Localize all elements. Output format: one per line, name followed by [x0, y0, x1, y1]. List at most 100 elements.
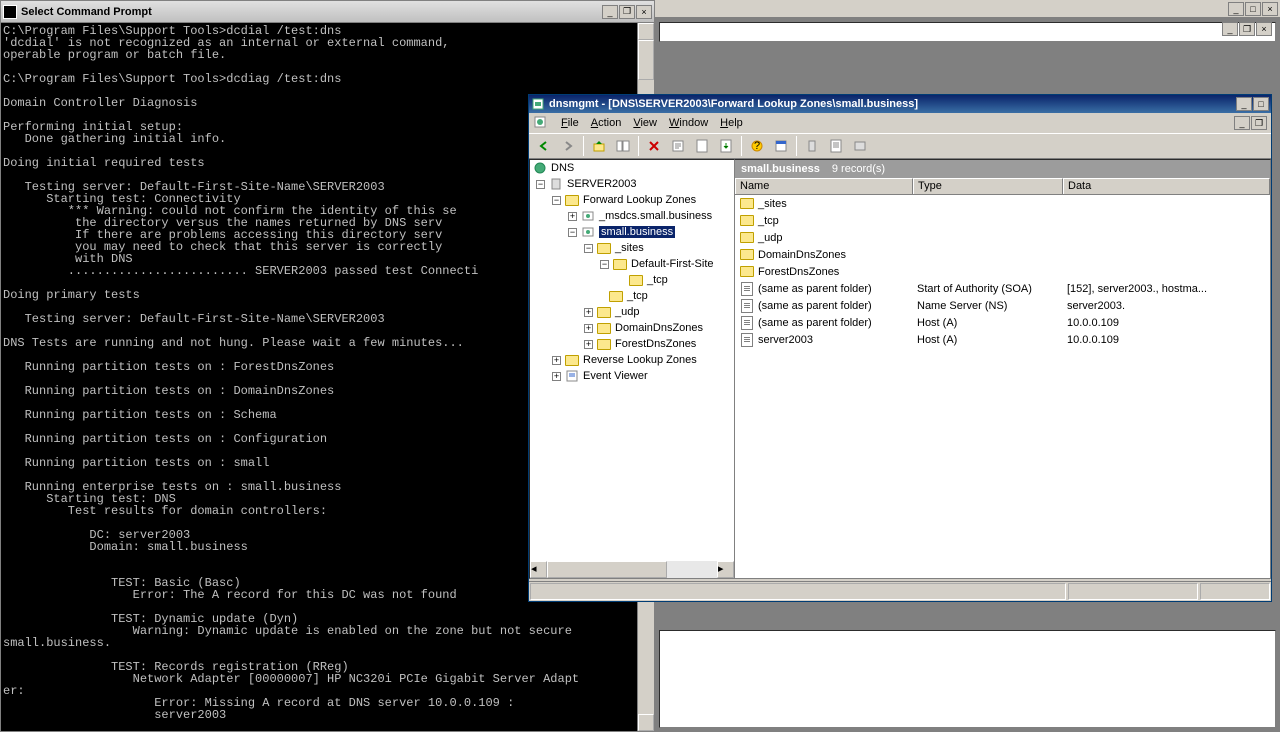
bg-maximize-button[interactable]: □ — [1245, 2, 1261, 16]
list-row[interactable]: (same as parent folder)Name Server (NS)s… — [735, 297, 1270, 314]
cmd-scroll-up[interactable] — [638, 23, 654, 40]
dns-maximize-button[interactable]: □ — [1253, 97, 1269, 111]
toggle-sites[interactable]: − — [584, 244, 593, 253]
toggle-ev[interactable]: + — [552, 372, 561, 381]
cmd-icon — [3, 5, 17, 19]
list-row[interactable]: server2003Host (A)10.0.0.109 — [735, 331, 1270, 348]
folder-icon — [596, 241, 612, 255]
dns-mgmt-window: dnsmgmt - [DNS\SERVER2003\Forward Lookup… — [528, 94, 1272, 602]
show-hide-tree-button[interactable] — [612, 135, 634, 157]
record-icon — [739, 299, 755, 313]
toolbar-btn-3[interactable] — [849, 135, 871, 157]
dns-tree[interactable]: DNS − SERVER2003 − Forward Lookup Zones … — [529, 159, 735, 579]
forward-button[interactable] — [557, 135, 579, 157]
dns-menubar: File Action View Window Help _ ❐ — [529, 113, 1271, 133]
menu-window[interactable]: Window — [663, 115, 714, 131]
bg-child-close-button[interactable]: × — [1256, 22, 1272, 36]
dns-title: dnsmgmt - [DNS\SERVER2003\Forward Lookup… — [549, 98, 1236, 110]
tree-server[interactable]: − SERVER2003 — [530, 176, 734, 192]
col-data[interactable]: Data — [1063, 178, 1270, 194]
folder-icon — [596, 337, 612, 351]
hscroll-right[interactable]: ▸ — [717, 561, 734, 578]
tree-rlz[interactable]: + Reverse Lookup Zones — [530, 352, 734, 368]
tree-msdcs[interactable]: + _msdcs.small.business — [530, 208, 734, 224]
dns-titlebar[interactable]: dnsmgmt - [DNS\SERVER2003\Forward Lookup… — [529, 95, 1271, 113]
tree-event-viewer[interactable]: + Event Viewer — [530, 368, 734, 384]
toggle-rlz[interactable]: + — [552, 356, 561, 365]
toggle-ddz[interactable]: + — [584, 324, 593, 333]
list-row[interactable]: DomainDnsZones — [735, 246, 1270, 263]
bg-panel-bottom — [659, 630, 1276, 728]
folder-icon — [596, 305, 612, 319]
cmd-titlebar[interactable]: Select Command Prompt _ ❐ × — [1, 1, 654, 23]
folder-icon — [739, 214, 755, 228]
folder-icon — [739, 248, 755, 262]
menu-action[interactable]: Action — [585, 115, 628, 131]
tree-hscroll[interactable]: ◂ ▸ — [530, 561, 734, 578]
col-type[interactable]: Type — [913, 178, 1063, 194]
tree-domaindnszones[interactable]: + DomainDnsZones — [530, 320, 734, 336]
toggle-msdcs[interactable]: + — [568, 212, 577, 221]
list-row[interactable]: _udp — [735, 229, 1270, 246]
list-row[interactable]: (same as parent folder)Host (A)10.0.0.10… — [735, 314, 1270, 331]
status-cell-2 — [1068, 583, 1198, 600]
toggle-small[interactable]: − — [568, 228, 577, 237]
record-icon — [739, 316, 755, 330]
cmd-close-button[interactable]: × — [636, 5, 652, 19]
dns-minimize-button[interactable]: _ — [1236, 97, 1252, 111]
list-row[interactable]: _tcp — [735, 212, 1270, 229]
dns-mdi-restore[interactable]: ❐ — [1251, 116, 1267, 130]
folder-icon — [596, 321, 612, 335]
tree-dns-root[interactable]: DNS — [530, 160, 734, 176]
hscroll-thumb[interactable] — [547, 561, 667, 578]
toolbar-btn-2[interactable] — [825, 135, 847, 157]
list-body[interactable]: _sites_tcp_udpDomainDnsZonesForestDnsZon… — [735, 195, 1270, 578]
folder-icon — [564, 353, 580, 367]
new-window-button[interactable] — [770, 135, 792, 157]
dns-mdi-minimize[interactable]: _ — [1234, 116, 1250, 130]
menu-view[interactable]: View — [627, 115, 663, 131]
folder-icon — [628, 273, 644, 287]
toggle-server[interactable]: − — [536, 180, 545, 189]
cmd-minimize-button[interactable]: _ — [602, 5, 618, 19]
list-row[interactable]: (same as parent folder)Start of Authorit… — [735, 280, 1270, 297]
toggle-flz[interactable]: − — [552, 196, 561, 205]
tree-sites[interactable]: − _sites — [530, 240, 734, 256]
dns-root-icon — [532, 161, 548, 175]
status-cell-3 — [1200, 583, 1270, 600]
export-button[interactable] — [715, 135, 737, 157]
tree-forestdnszones[interactable]: + ForestDnsZones — [530, 336, 734, 352]
help-button[interactable]: ? — [746, 135, 768, 157]
menu-file[interactable]: File — [555, 115, 585, 131]
col-name[interactable]: Name — [735, 178, 913, 194]
cmd-maximize-button[interactable]: ❐ — [619, 5, 635, 19]
back-button[interactable] — [533, 135, 555, 157]
bg-close-button[interactable]: × — [1262, 2, 1278, 16]
cmd-scroll-thumb[interactable] — [638, 40, 654, 80]
toggle-dfs[interactable]: − — [600, 260, 609, 269]
bg-minimize-button[interactable]: _ — [1228, 2, 1244, 16]
tree-flz[interactable]: − Forward Lookup Zones — [530, 192, 734, 208]
tree-tcp-2[interactable]: _tcp — [530, 288, 734, 304]
toggle-udp[interactable]: + — [584, 308, 593, 317]
properties-button[interactable] — [667, 135, 689, 157]
tree-udp[interactable]: + _udp — [530, 304, 734, 320]
hscroll-left[interactable]: ◂ — [530, 561, 547, 578]
list-row[interactable]: _sites — [735, 195, 1270, 212]
cmd-title: Select Command Prompt — [21, 6, 602, 18]
up-button[interactable] — [588, 135, 610, 157]
list-row[interactable]: ForestDnsZones — [735, 263, 1270, 280]
record-icon — [739, 282, 755, 296]
tree-tcp-1[interactable]: _tcp — [530, 272, 734, 288]
bg-child-restore-button[interactable]: ❐ — [1239, 22, 1255, 36]
menu-help[interactable]: Help — [714, 115, 749, 131]
refresh-button[interactable] — [691, 135, 713, 157]
folder-icon — [739, 231, 755, 245]
cmd-scroll-down[interactable] — [638, 714, 654, 731]
delete-button[interactable] — [643, 135, 665, 157]
tree-small-business[interactable]: − small.business — [530, 224, 734, 240]
bg-child-minimize-button[interactable]: _ — [1222, 22, 1238, 36]
tree-default-first-site[interactable]: − Default-First-Site — [530, 256, 734, 272]
toggle-fdz[interactable]: + — [584, 340, 593, 349]
toolbar-btn-1[interactable] — [801, 135, 823, 157]
